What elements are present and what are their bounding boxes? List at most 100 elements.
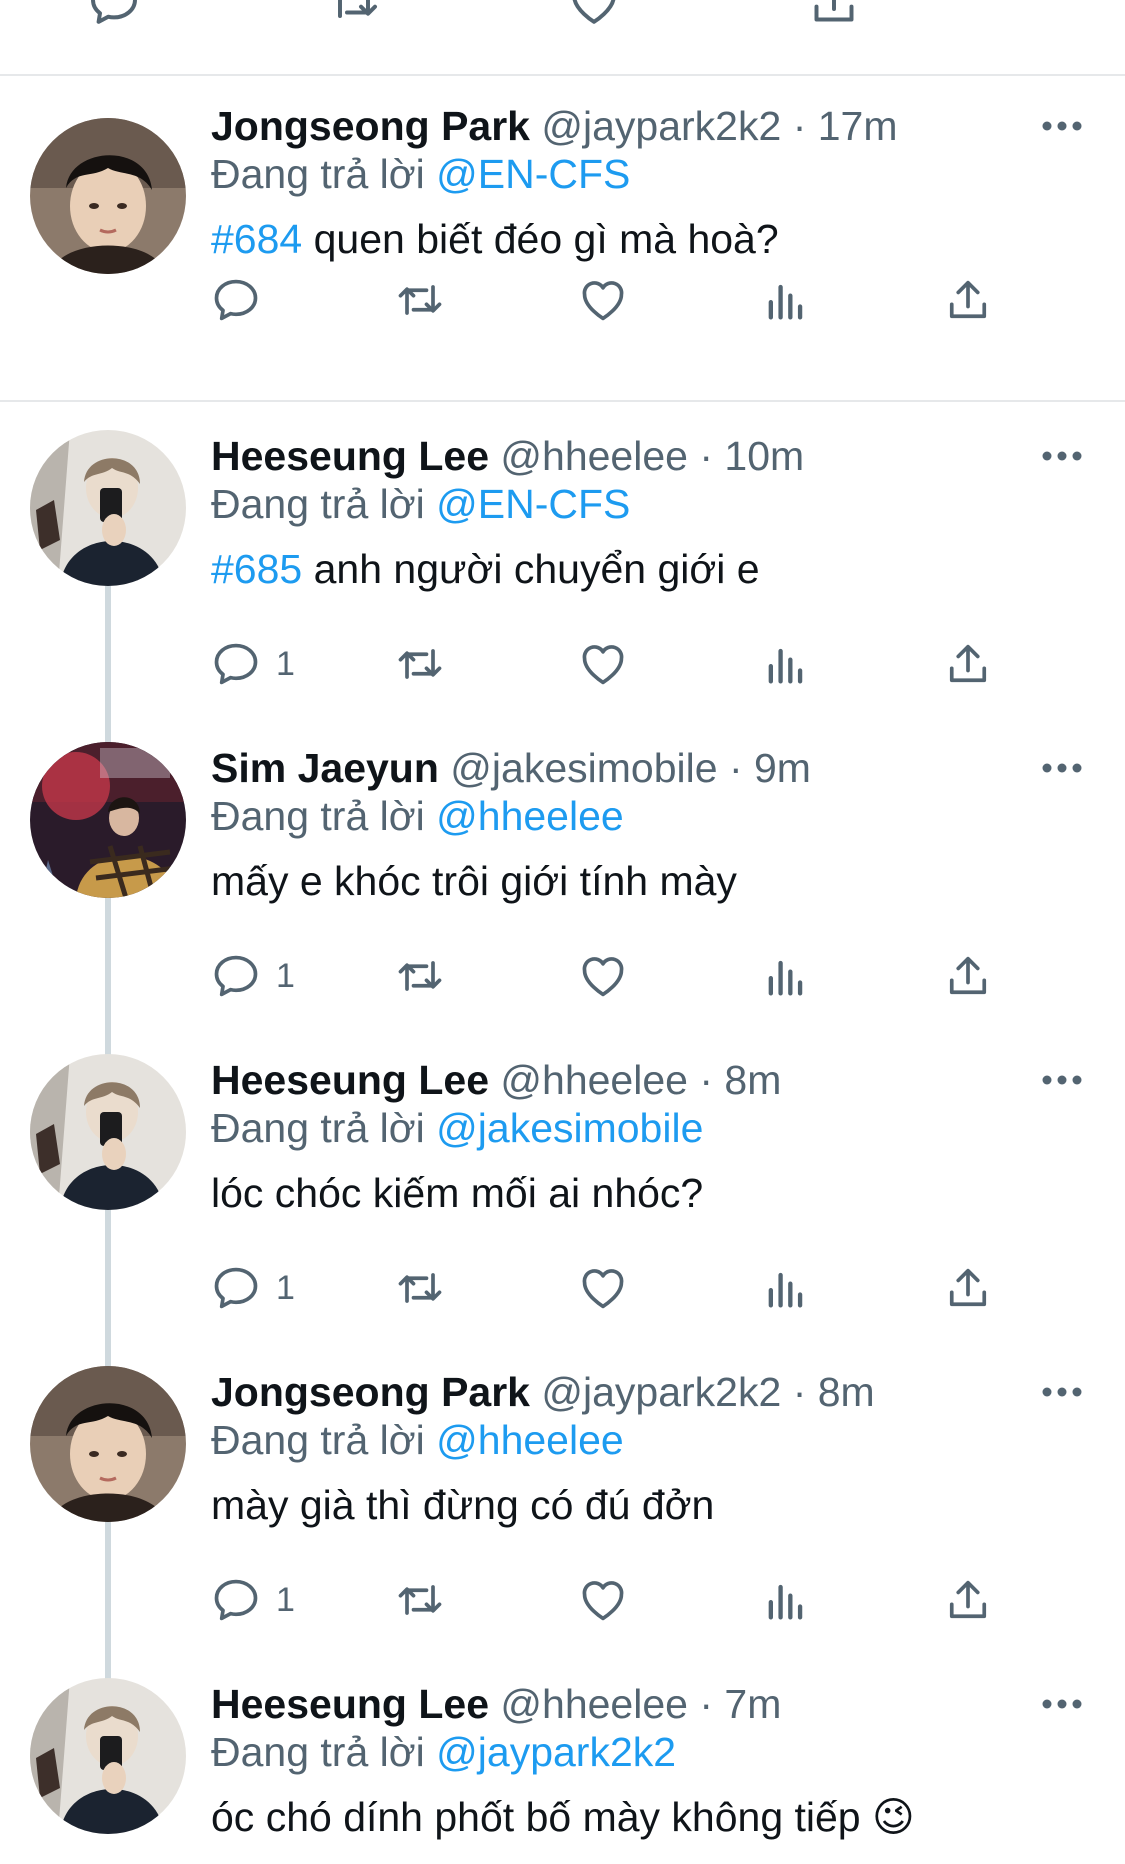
tweet-text: óc chó dính phốt bố mày không tiếp 😉 bbox=[211, 1790, 915, 1844]
tweet[interactable]: Jongseong Park @jaypark2k2 · 17m Đang tr… bbox=[0, 100, 1125, 402]
mention-link[interactable]: @jakesimobile bbox=[436, 1105, 703, 1151]
avatar[interactable] bbox=[30, 1366, 186, 1522]
retweet-button[interactable] bbox=[394, 636, 446, 692]
retweet-button[interactable] bbox=[394, 272, 446, 328]
more-options-icon[interactable] bbox=[1040, 1070, 1084, 1090]
reply-button[interactable]: 1 bbox=[210, 1572, 295, 1628]
like-button[interactable] bbox=[577, 636, 629, 692]
handle[interactable]: @hheelee bbox=[500, 1681, 688, 1727]
display-name[interactable]: Jongseong Park bbox=[211, 103, 530, 149]
analytics-button[interactable] bbox=[760, 272, 812, 328]
hashtag-link[interactable]: #684 bbox=[211, 216, 302, 262]
avatar[interactable] bbox=[30, 1678, 186, 1834]
share-button[interactable] bbox=[942, 272, 994, 328]
heart-icon bbox=[577, 274, 629, 326]
timestamp[interactable]: · 8m bbox=[699, 1057, 781, 1103]
display-name[interactable]: Heeseung Lee bbox=[211, 1681, 489, 1727]
tweet[interactable]: Heeseung Lee @hheelee · 7m Đang trả lời … bbox=[0, 1678, 1125, 1864]
tweet-text: mày già thì đừng có đú đởn bbox=[211, 1478, 714, 1532]
like-icon[interactable] bbox=[566, 0, 622, 30]
share-icon[interactable] bbox=[806, 0, 862, 30]
retweet-icon[interactable] bbox=[326, 0, 382, 30]
timestamp[interactable]: · 7m bbox=[699, 1681, 781, 1727]
retweet-button[interactable] bbox=[394, 1260, 446, 1316]
retweet-button[interactable] bbox=[394, 1572, 446, 1628]
tweet-action-bar: 1 bbox=[0, 1260, 1125, 1316]
tweet-body: óc chó dính phốt bố mày không tiếp 😉 bbox=[211, 1794, 915, 1840]
mention-link[interactable]: @jaypark2k2 bbox=[436, 1729, 676, 1775]
bar-chart-icon bbox=[760, 274, 812, 326]
display-name[interactable]: Sim Jaeyun bbox=[211, 745, 439, 791]
avatar[interactable] bbox=[30, 118, 186, 274]
more-options-icon[interactable] bbox=[1040, 116, 1084, 136]
share-icon bbox=[942, 638, 994, 690]
more-options-icon[interactable] bbox=[1040, 446, 1084, 466]
analytics-button[interactable] bbox=[760, 948, 812, 1004]
handle[interactable]: @jaypark2k2 bbox=[541, 103, 781, 149]
timestamp[interactable]: · 8m bbox=[793, 1369, 875, 1415]
tweet[interactable]: Heeseung Lee @hheelee · 10m Đang trả lời… bbox=[0, 430, 1125, 730]
replying-to: Đang trả lời @jaypark2k2 bbox=[211, 1726, 676, 1778]
handle[interactable]: @hheelee bbox=[500, 1057, 688, 1103]
replying-to-label: Đang trả lời bbox=[211, 151, 425, 197]
like-button[interactable] bbox=[577, 1260, 629, 1316]
reply-icon bbox=[210, 950, 262, 1002]
analytics-button[interactable] bbox=[760, 1260, 812, 1316]
share-icon bbox=[942, 1574, 994, 1626]
reply-button[interactable] bbox=[210, 272, 276, 328]
timestamp[interactable]: · 10m bbox=[699, 433, 804, 479]
avatar[interactable] bbox=[30, 430, 186, 586]
like-button[interactable] bbox=[577, 948, 629, 1004]
mention-link[interactable]: @hheelee bbox=[436, 1417, 624, 1463]
tweet-body: mấy e khóc trôi giới tính mày bbox=[211, 858, 737, 904]
analytics-button[interactable] bbox=[760, 636, 812, 692]
tweet-text: mấy e khóc trôi giới tính mày bbox=[211, 854, 737, 908]
like-button[interactable] bbox=[577, 272, 629, 328]
display-name[interactable]: Heeseung Lee bbox=[211, 1057, 489, 1103]
tweet-header: Sim Jaeyun @jakesimobile · 9m bbox=[211, 742, 811, 794]
handle[interactable]: @jakesimobile bbox=[450, 745, 717, 791]
reply-icon bbox=[210, 274, 262, 326]
bar-chart-icon bbox=[760, 638, 812, 690]
handle[interactable]: @hheelee bbox=[500, 433, 688, 479]
more-options-icon[interactable] bbox=[1040, 758, 1084, 778]
heart-icon bbox=[577, 1574, 629, 1626]
analytics-button[interactable] bbox=[760, 1572, 812, 1628]
mention-link[interactable]: @EN-CFS bbox=[436, 151, 630, 197]
reply-button[interactable]: 1 bbox=[210, 1260, 295, 1316]
timestamp[interactable]: · 9m bbox=[729, 745, 811, 791]
reply-button[interactable]: 1 bbox=[210, 948, 295, 1004]
replying-to: Đang trả lời @EN-CFS bbox=[211, 478, 630, 530]
more-options-icon[interactable] bbox=[1040, 1694, 1084, 1714]
retweet-icon bbox=[394, 1574, 446, 1626]
avatar[interactable] bbox=[30, 1054, 186, 1210]
tweet-header: Heeseung Lee @hheelee · 10m bbox=[211, 430, 804, 482]
reply-icon[interactable] bbox=[86, 0, 142, 30]
hashtag-link[interactable]: #685 bbox=[211, 546, 302, 592]
display-name[interactable]: Heeseung Lee bbox=[211, 433, 489, 479]
timestamp[interactable]: · 17m bbox=[793, 103, 898, 149]
reply-icon bbox=[210, 1262, 262, 1314]
reply-count: 1 bbox=[276, 1268, 295, 1307]
mention-link[interactable]: @hheelee bbox=[436, 793, 624, 839]
reply-button[interactable]: 1 bbox=[210, 636, 295, 692]
reply-icon bbox=[210, 638, 262, 690]
share-button[interactable] bbox=[942, 948, 994, 1004]
display-name[interactable]: Jongseong Park bbox=[211, 1369, 530, 1415]
share-button[interactable] bbox=[942, 1572, 994, 1628]
tweet-header: Jongseong Park @jaypark2k2 · 17m bbox=[211, 100, 898, 152]
tweet-header: Heeseung Lee @hheelee · 8m bbox=[211, 1054, 781, 1106]
retweet-button[interactable] bbox=[394, 948, 446, 1004]
mention-link[interactable]: @EN-CFS bbox=[436, 481, 630, 527]
replying-to-label: Đang trả lời bbox=[211, 793, 425, 839]
tweet[interactable]: Heeseung Lee @hheelee · 8m Đang trả lời … bbox=[0, 1054, 1125, 1354]
more-options-icon[interactable] bbox=[1040, 1382, 1084, 1402]
share-button[interactable] bbox=[942, 636, 994, 692]
share-button[interactable] bbox=[942, 1260, 994, 1316]
like-button[interactable] bbox=[577, 1572, 629, 1628]
handle[interactable]: @jaypark2k2 bbox=[541, 1369, 781, 1415]
share-icon bbox=[942, 950, 994, 1002]
tweet[interactable]: Jongseong Park @jaypark2k2 · 8m Đang trả… bbox=[0, 1366, 1125, 1666]
tweet[interactable]: Sim Jaeyun @jakesimobile · 9m Đang trả l… bbox=[0, 742, 1125, 1042]
avatar[interactable] bbox=[30, 742, 186, 898]
